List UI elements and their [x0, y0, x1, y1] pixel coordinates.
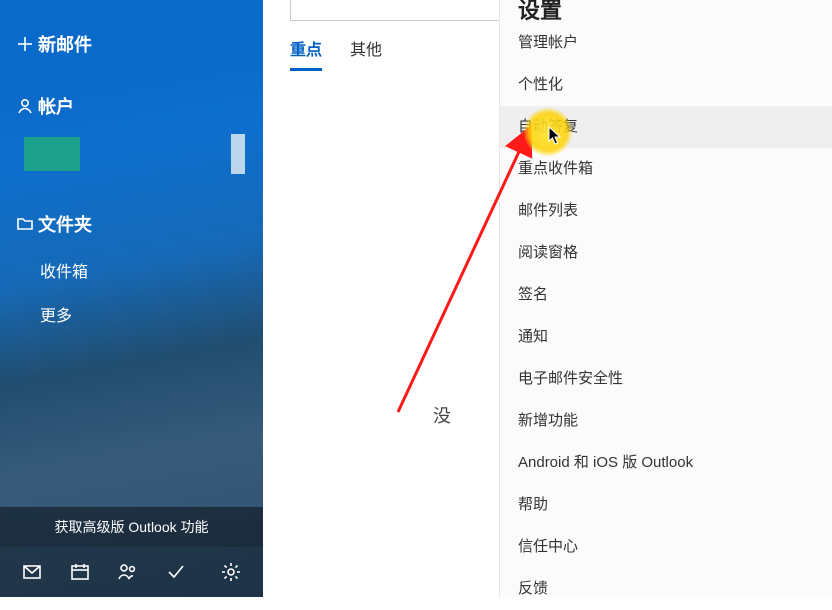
new-mail-label: 新邮件: [38, 31, 92, 57]
accounts-header[interactable]: 帐户: [0, 82, 263, 130]
bottom-nav: [0, 547, 263, 597]
folder-more-label: 更多: [40, 302, 72, 326]
tab-other[interactable]: 其他: [350, 36, 382, 71]
settings-item-label: 反馈: [518, 580, 548, 597]
settings-item-label: 管理帐户: [518, 34, 578, 51]
settings-item-mobile-outlook[interactable]: Android 和 iOS 版 Outlook: [500, 442, 832, 484]
calendar-tab-button[interactable]: [56, 548, 104, 596]
settings-panel: 设置 管理帐户 个性化 自动答复 重点收件箱 邮件列表 阅读窗格 签名 通知 电…: [499, 0, 832, 597]
settings-item-label: 电子邮件安全性: [518, 370, 623, 387]
settings-item-label: 新增功能: [518, 412, 578, 429]
settings-item-email-security[interactable]: 电子邮件安全性: [500, 358, 832, 400]
settings-item-notifications[interactable]: 通知: [500, 316, 832, 358]
settings-item-whats-new[interactable]: 新增功能: [500, 400, 832, 442]
settings-list: 管理帐户 个性化 自动答复 重点收件箱 邮件列表 阅读窗格 签名 通知 电子邮件…: [500, 22, 832, 610]
inbox-tabs: 重点 其他: [290, 36, 382, 71]
plus-icon: [12, 35, 38, 53]
account-selected-indicator: [231, 134, 245, 174]
settings-item-personalization[interactable]: 个性化: [500, 64, 832, 106]
folder-icon: [12, 215, 38, 233]
mail-tab-button[interactable]: [8, 548, 56, 596]
folder-inbox[interactable]: 收件箱: [0, 248, 263, 292]
tab-focused-label: 重点: [290, 42, 322, 59]
sidebar: 新邮件 帐户 文件夹 收件箱 更多 获取高级版 Outlook 功能: [0, 0, 263, 597]
check-icon: [166, 562, 186, 582]
settings-item-trust-center[interactable]: 信任中心: [500, 526, 832, 568]
account-item[interactable]: [24, 134, 245, 174]
settings-item-label: 信任中心: [518, 538, 578, 555]
settings-item-label: 重点收件箱: [518, 160, 593, 177]
settings-item-label: 邮件列表: [518, 202, 578, 219]
settings-item-auto-reply[interactable]: 自动答复: [500, 106, 832, 148]
settings-item-reading-pane[interactable]: 阅读窗格: [500, 232, 832, 274]
settings-item-label: 阅读窗格: [518, 244, 578, 261]
people-tab-button[interactable]: [104, 548, 152, 596]
settings-item-label: 帮助: [518, 496, 548, 513]
todo-tab-button[interactable]: [152, 548, 200, 596]
person-icon: [12, 97, 38, 115]
settings-item-manage-accounts[interactable]: 管理帐户: [500, 22, 832, 64]
settings-button[interactable]: [207, 548, 255, 596]
settings-item-label: 个性化: [518, 76, 563, 93]
folder-more[interactable]: 更多: [0, 292, 263, 336]
tab-other-label: 其他: [350, 42, 382, 59]
account-color-swatch: [24, 137, 80, 171]
settings-item-label: 通知: [518, 328, 548, 345]
settings-item-focused-inbox[interactable]: 重点收件箱: [500, 148, 832, 190]
search-input[interactable]: [290, 0, 500, 21]
settings-item-help[interactable]: 帮助: [500, 484, 832, 526]
empty-state-text: 没: [433, 402, 451, 428]
folders-label: 文件夹: [38, 211, 92, 237]
settings-item-label: Android 和 iOS 版 Outlook: [518, 454, 693, 471]
settings-item-signature[interactable]: 签名: [500, 274, 832, 316]
folder-inbox-label: 收件箱: [40, 258, 88, 282]
people-icon: [117, 562, 139, 582]
upgrade-outlook-button[interactable]: 获取高级版 Outlook 功能: [0, 507, 263, 547]
settings-item-mail-list[interactable]: 邮件列表: [500, 190, 832, 232]
settings-item-feedback[interactable]: 反馈: [500, 568, 832, 610]
tab-focused[interactable]: 重点: [290, 36, 322, 71]
upgrade-label: 获取高级版 Outlook 功能: [54, 517, 208, 537]
settings-item-label: 签名: [518, 286, 548, 303]
mail-icon: [22, 562, 42, 582]
gear-icon: [221, 562, 241, 582]
folders-header[interactable]: 文件夹: [0, 200, 263, 248]
accounts-label: 帐户: [38, 93, 74, 119]
calendar-icon: [70, 562, 90, 582]
new-mail-button[interactable]: 新邮件: [0, 20, 263, 68]
settings-item-label: 自动答复: [518, 118, 578, 135]
